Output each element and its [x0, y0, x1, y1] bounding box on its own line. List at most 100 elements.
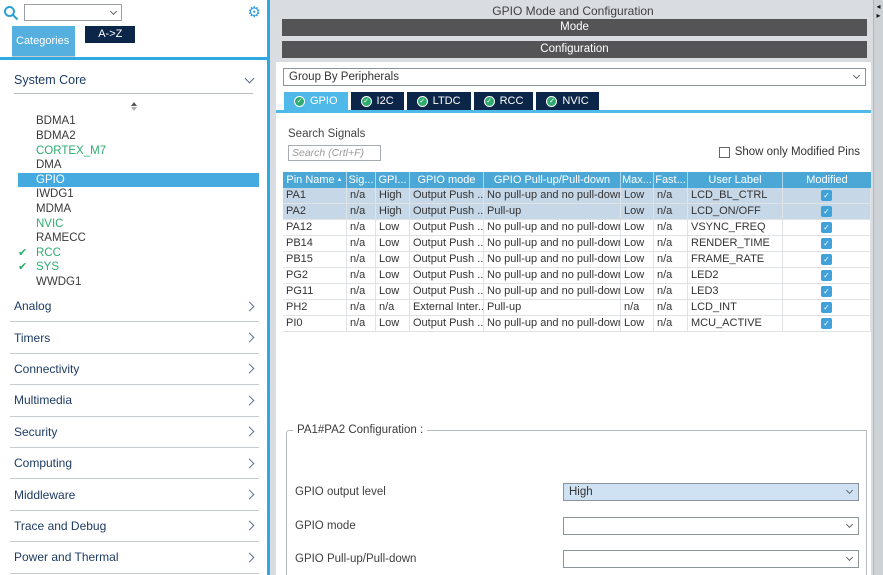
table-row[interactable]: PG11 n/a Low Output Push ... No pull-up …	[283, 284, 871, 300]
peripheral-label: SYS	[36, 261, 59, 273]
field-select[interactable]	[563, 517, 859, 535]
field-label: GPIO Pull-up/Pull-down	[295, 553, 416, 565]
check-icon: ✔	[18, 260, 27, 275]
column-header-pull[interactable]: GPIO Pull-up/Pull-down	[484, 172, 621, 188]
peripheral-item[interactable]: ✔ BDMA2	[0, 129, 267, 144]
show-only-modified-checkbox[interactable]: Show only Modified Pins	[719, 146, 860, 158]
peripheral-item[interactable]: ✔ IWDG1	[0, 187, 267, 202]
column-header-user-label[interactable]: User Label	[688, 172, 783, 188]
cell-fast-mode: n/a	[654, 236, 688, 252]
cell-pin-name: PA12	[283, 220, 347, 236]
modified-checkbox[interactable]: ✓	[821, 238, 832, 249]
category-row[interactable]: Multimedia	[10, 385, 259, 416]
modified-checkbox[interactable]: ✓	[821, 222, 832, 233]
modified-checkbox[interactable]: ✓	[821, 318, 832, 329]
category-label: Power and Thermal	[14, 550, 119, 564]
peripheral-item[interactable]: ✔ MDMA	[0, 202, 267, 217]
group-by-value: Group By Peripherals	[289, 71, 399, 83]
peripheral-label: CORTEX_M7	[36, 145, 106, 157]
collapse-left-arrow-icon[interactable]: ◂	[876, 2, 880, 11]
chevron-down-icon	[846, 521, 853, 528]
group-by-select[interactable]: Group By Peripherals	[283, 68, 866, 86]
configuration-section-bar[interactable]: Configuration	[282, 41, 867, 58]
peripheral-config-tab[interactable]: ✓ LTDC	[407, 92, 471, 110]
peripheral-label: RCC	[36, 247, 61, 259]
column-header-gpio-mode[interactable]: GPIO mode	[410, 172, 484, 188]
category-row[interactable]: Computing	[10, 448, 259, 479]
category-row[interactable]: Timers	[10, 322, 259, 353]
peripheral-item[interactable]: ✔ SYS	[0, 260, 267, 275]
peripheral-item[interactable]: ✔ RCC	[0, 246, 267, 261]
modified-checkbox[interactable]: ✓	[821, 270, 832, 281]
tab-a-to-z[interactable]: A->Z	[85, 26, 135, 43]
field-select[interactable]	[563, 550, 859, 568]
cell-max-speed: Low	[621, 284, 654, 300]
modified-checkbox[interactable]: ✓	[821, 206, 832, 217]
vertical-scrollbar[interactable]: ◂ ▸	[873, 0, 883, 575]
cell-gpio-mode: Output Push ...	[410, 188, 484, 204]
system-core-header[interactable]: System Core	[14, 67, 253, 92]
list-scroll-spinner[interactable]	[0, 100, 267, 112]
column-header-signal[interactable]: Sig...	[347, 172, 376, 188]
table-row[interactable]: PA2 n/a High Output Push ... Pull-up Low…	[283, 204, 871, 220]
peripheral-item[interactable]: ✔ CORTEX_M7	[0, 144, 267, 159]
peripheral-label: MDMA	[36, 203, 71, 215]
table-row[interactable]: PA1 n/a High Output Push ... No pull-up …	[283, 188, 871, 204]
column-header-pin-name[interactable]: Pin Name▲	[283, 172, 347, 188]
category-row[interactable]: Connectivity	[10, 354, 259, 385]
category-row[interactable]: Analog	[10, 291, 259, 322]
sidebar-filter-combobox[interactable]	[24, 4, 122, 21]
column-header-gpio-output[interactable]: GPI...	[376, 172, 410, 188]
cell-pull: No pull-up and no pull-down	[484, 268, 621, 284]
table-row[interactable]: PB14 n/a Low Output Push ... No pull-up …	[283, 236, 871, 252]
table-row[interactable]: PB15 n/a Low Output Push ... No pull-up …	[283, 252, 871, 268]
category-row[interactable]: Middleware	[10, 479, 259, 510]
table-row[interactable]: PG2 n/a Low Output Push ... No pull-up a…	[283, 268, 871, 284]
chevron-right-icon	[245, 364, 255, 374]
peripheral-config-tab[interactable]: ✓ RCC	[474, 92, 534, 110]
column-header-modified[interactable]: Modified	[783, 172, 871, 188]
mode-section-bar[interactable]: Mode	[282, 19, 867, 36]
cell-gpio-output: n/a	[376, 300, 410, 316]
cell-pull: No pull-up and no pull-down	[484, 188, 621, 204]
peripheral-item[interactable]: ✔ WWDG1	[0, 275, 267, 290]
column-header-max-speed[interactable]: Max...	[621, 172, 654, 188]
category-row[interactable]: Security	[10, 417, 259, 448]
cell-fast-mode: n/a	[654, 204, 688, 220]
table-row[interactable]: PA12 n/a Low Output Push ... No pull-up …	[283, 220, 871, 236]
table-row[interactable]: PI0 n/a Low Output Push ... No pull-up a…	[283, 316, 871, 332]
peripheral-config-tab[interactable]: ✓ GPIO	[284, 92, 348, 110]
peripheral-item[interactable]: ✔ DMA	[0, 158, 267, 173]
modified-checkbox[interactable]: ✓	[821, 254, 832, 265]
modified-checkbox[interactable]: ✓	[821, 302, 832, 313]
peripherals-sidebar: ⚙ Categories A->Z System Core ✔ BDMA1	[0, 0, 270, 575]
peripheral-item[interactable]: ✔ NVIC	[0, 217, 267, 232]
category-row[interactable]: Trace and Debug	[10, 511, 259, 542]
cell-user-label: MCU_ACTIVE	[688, 316, 783, 332]
tab-label: GPIO	[310, 95, 338, 107]
divider	[14, 93, 253, 94]
peripheral-item[interactable]: ✔ GPIO	[18, 173, 259, 188]
chevron-down-icon	[846, 554, 853, 561]
signals-search-input[interactable]	[288, 145, 381, 161]
peripheral-label: WWDG1	[36, 276, 81, 288]
modified-checkbox[interactable]: ✓	[821, 286, 832, 297]
tab-categories[interactable]: Categories	[12, 26, 75, 57]
peripheral-label: NVIC	[36, 218, 63, 230]
peripheral-config-tab[interactable]: ✓ I2C	[351, 92, 404, 110]
peripheral-item[interactable]: ✔ RAMECC	[0, 231, 267, 246]
search-signals-label: Search Signals	[288, 128, 365, 140]
settings-gear-icon[interactable]: ⚙	[248, 5, 261, 20]
collapse-right-arrow-icon[interactable]: ▸	[876, 11, 880, 20]
cell-user-label: LED2	[688, 268, 783, 284]
field-select[interactable]: High	[563, 483, 859, 501]
table-row[interactable]: PH2 n/a n/a External Inter... Pull-up n/…	[283, 300, 871, 316]
column-header-fast-mode[interactable]: Fast...	[654, 172, 688, 188]
category-row[interactable]: Power and Thermal	[10, 542, 259, 573]
search-icon[interactable]	[3, 5, 19, 21]
config-field-row: GPIO Pull-up/Pull-down	[295, 550, 859, 568]
cell-gpio-output: Low	[376, 252, 410, 268]
peripheral-item[interactable]: ✔ BDMA1	[0, 114, 267, 129]
peripheral-config-tab[interactable]: ✓ NVIC	[536, 92, 598, 110]
modified-checkbox[interactable]: ✓	[821, 190, 832, 201]
